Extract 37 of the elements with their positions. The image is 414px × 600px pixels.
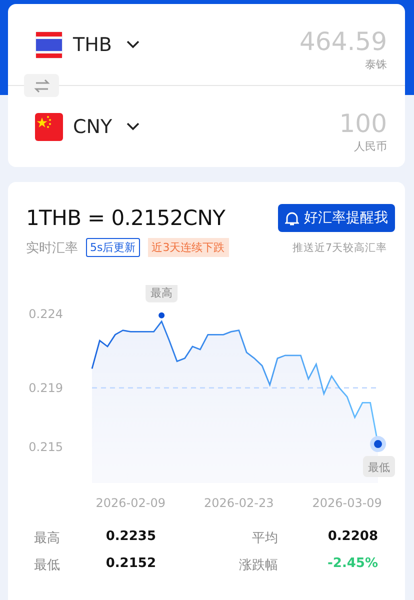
bell-icon — [285, 210, 299, 226]
x-axis-label: 2026-02-23 — [204, 496, 274, 510]
exchange-rate: 1THB = 0.2152CNY — [26, 206, 226, 230]
y-axis-label: 0.219 — [28, 380, 63, 395]
x-axis-label: 2026-02-09 — [96, 496, 166, 510]
x-axis-label: 2026-03-09 — [312, 496, 382, 510]
chevron-down-icon — [126, 40, 140, 49]
currency-selector[interactable]: CNY — [35, 112, 140, 140]
trend-badge: 近3天连续下跌 — [148, 238, 229, 257]
swap-icon — [34, 78, 50, 92]
stat-label: 最低 — [34, 557, 60, 574]
low-label: 最低 — [363, 456, 395, 478]
stat-value: 0.2152 — [106, 556, 156, 573]
currency-selector[interactable]: THB — [35, 30, 140, 58]
rate-label: 实时汇率 — [26, 240, 78, 256]
refresh-badge: 5s后更新 — [86, 238, 140, 257]
stat-label: 涨跌幅 — [238, 557, 278, 574]
stat-value: 0.2235 — [106, 529, 156, 546]
currency-name: 人民币 — [354, 139, 387, 154]
annotation: 最高 — [150, 286, 173, 300]
y-axis-label: 0.215 — [28, 440, 63, 454]
stat-label: 平均 — [251, 530, 278, 547]
rate-alert-button[interactable]: 好汇率提醒我 — [278, 204, 395, 232]
y-axis-label: 0.224 — [28, 307, 63, 321]
low-point — [370, 436, 386, 452]
flag-icon — [35, 30, 63, 58]
stat-value: -2.45% — [326, 556, 378, 573]
annotation: 最低 — [368, 461, 390, 474]
swap-button[interactable] — [24, 74, 59, 97]
stat-label: 最高 — [34, 530, 60, 547]
currency-name: 泰铢 — [365, 57, 387, 72]
chevron-down-icon — [126, 122, 140, 131]
high-label: 最高 — [146, 285, 178, 302]
stat-value: 0.2208 — [326, 529, 378, 546]
alert-hint: 推送近7天较高汇率 — [292, 240, 387, 254]
flag-icon — [35, 112, 63, 140]
high-point — [158, 312, 165, 318]
